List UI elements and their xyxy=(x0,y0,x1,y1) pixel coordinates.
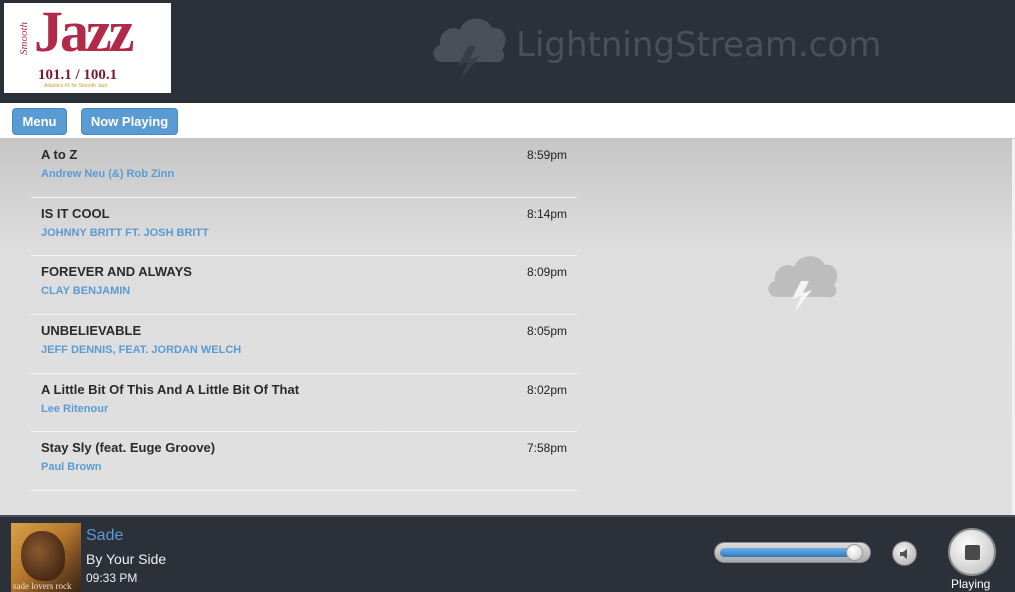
list-item[interactable]: UNBELIEVABLE JEFF DENNIS, FEAT. JORDAN W… xyxy=(31,315,577,374)
artist-name[interactable]: Andrew Neu (&) Rob Zinn xyxy=(41,168,174,180)
play-time: 7:58pm xyxy=(526,441,567,456)
menu-button[interactable]: Menu xyxy=(12,108,67,135)
lightning-cloud-icon xyxy=(768,256,838,313)
volume-knob[interactable] xyxy=(846,544,863,561)
logo-frequency: 101.1 / 100.1 xyxy=(38,67,118,83)
stop-icon xyxy=(964,544,980,560)
album-art: sade lovers rock xyxy=(11,523,81,592)
lightning-cloud-icon xyxy=(433,18,506,80)
play-time: 8:14pm xyxy=(526,206,567,221)
song-title: A Little Bit Of This And A Little Bit Of… xyxy=(41,381,300,397)
list-item[interactable]: FOREVER AND ALWAYS CLAY BENJAMIN 8:09pm xyxy=(31,256,577,316)
mute-button[interactable] xyxy=(892,541,917,566)
play-time: 8:02pm xyxy=(526,382,567,397)
current-artist[interactable]: Sade xyxy=(86,527,123,545)
current-song: By Your Side xyxy=(86,551,167,567)
volume-fill xyxy=(720,548,855,557)
brand-text: LightningStream.com xyxy=(516,25,882,65)
volume-slider[interactable] xyxy=(714,542,871,563)
brand-logo[interactable]: LightningStream.com xyxy=(428,10,881,80)
playlist: A to Z Andrew Neu (&) Rob Zinn 8:59pm IS… xyxy=(31,139,577,492)
song-title: FOREVER AND ALWAYS xyxy=(41,264,192,280)
header: Smooth Jazz 101.1 / 100.1 Atlanta's #1 f… xyxy=(0,0,1015,103)
artist-name[interactable]: JEFF DENNIS, FEAT. JORDAN WELCH xyxy=(41,344,241,356)
list-item[interactable]: A Little Bit Of This And A Little Bit Of… xyxy=(31,374,577,433)
now-playing-button[interactable]: Now Playing xyxy=(81,108,178,135)
player-bar: sade lovers rock Sade By Your Side 09:33… xyxy=(0,515,1015,592)
list-item[interactable]: IS IT COOL JOHNNY BRITT FT. JOSH BRITT 8… xyxy=(31,198,577,257)
artist-name[interactable]: CLAY BENJAMIN xyxy=(41,285,130,297)
stop-button[interactable] xyxy=(948,528,996,576)
artist-name[interactable]: JOHNNY BRITT FT. JOSH BRITT xyxy=(41,227,209,239)
artist-name[interactable]: Paul Brown xyxy=(41,461,102,473)
list-item[interactable]: Stay Sly (feat. Euge Groove) Paul Brown … xyxy=(31,432,577,492)
playlist-panel: A to Z Andrew Neu (&) Rob Zinn 8:59pm IS… xyxy=(0,139,1015,515)
logo-script: Smooth xyxy=(18,22,30,55)
song-title: A to Z xyxy=(41,147,78,162)
status-text: Playing xyxy=(951,577,991,591)
logo-tagline: Atlanta's #1 for Smooth Jazz xyxy=(44,83,108,89)
current-time: 09:33 PM xyxy=(86,571,138,585)
play-time: 8:05pm xyxy=(526,324,567,339)
play-time: 8:09pm xyxy=(526,265,567,280)
logo-main: Jazz xyxy=(34,3,134,64)
artist-name[interactable]: Lee Ritenour xyxy=(41,403,108,415)
song-title: IS IT COOL xyxy=(41,205,110,221)
list-item[interactable]: A to Z Andrew Neu (&) Rob Zinn 8:59pm xyxy=(31,139,577,198)
speaker-icon xyxy=(899,548,907,559)
play-time: 8:59pm xyxy=(526,148,567,162)
song-title: Stay Sly (feat. Euge Groove) xyxy=(41,440,216,456)
album-portrait xyxy=(21,531,65,581)
nav-bar: Menu Now Playing xyxy=(0,103,1015,139)
station-logo[interactable]: Smooth Jazz 101.1 / 100.1 Atlanta's #1 f… xyxy=(4,3,171,93)
album-text: sade lovers rock xyxy=(13,581,72,591)
song-title: UNBELIEVABLE xyxy=(41,323,142,339)
